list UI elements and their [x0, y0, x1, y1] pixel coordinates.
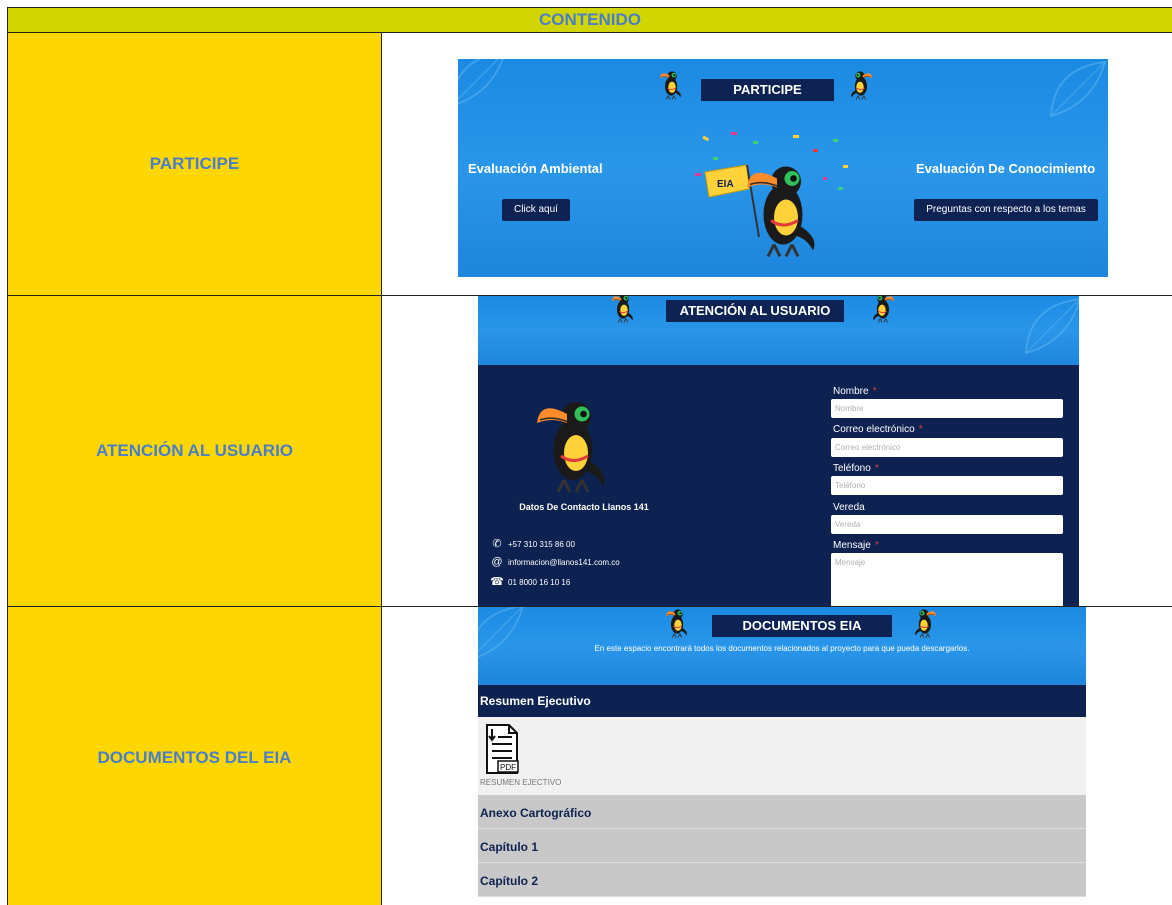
resumen-file-area: PDF RESUMEN EJECTIVO — [478, 717, 1086, 795]
field-label-text: Vereda — [833, 502, 865, 513]
header-title: CONTENIDO — [539, 10, 641, 29]
participe-title: PARTICIPE — [701, 79, 834, 101]
row-label-text: ATENCIÓN AL USUARIO — [95, 441, 294, 460]
field-label-text: Nombre — [833, 386, 869, 397]
documentos-title: DOCUMENTOS EIA — [712, 615, 892, 637]
preguntas-button[interactable]: Preguntas con respecto a los temas — [914, 199, 1098, 221]
content-table: CONTENIDO PARTICIPE PARTICIPE Evaluación… — [7, 7, 1172, 905]
row-label-atencion: ATENCIÓN AL USUARIO — [7, 295, 382, 607]
telefono-label: Teléfono * — [833, 463, 879, 474]
documentos-banner: DOCUMENTOS EIA En este espacio encontrar… — [478, 607, 1086, 685]
required-mark: * — [874, 463, 879, 474]
click-aqui-button[interactable]: Click aquí — [502, 199, 570, 221]
pdf-badge-text: PDF — [500, 763, 516, 772]
decorative-leaf-icon — [1048, 59, 1108, 119]
accordion-anexo-cartografico[interactable]: Anexo Cartográfico — [478, 795, 1086, 829]
decorative-leaf-icon — [478, 607, 526, 663]
contact-whatsapp: ✆ +57 310 315 86 00 — [490, 537, 575, 550]
contact-text: informacion@llanos141.com.co — [508, 558, 620, 567]
contact-title: Datos De Contacto Llanos 141 — [519, 502, 649, 512]
atencion-body: Datos De Contacto Llanos 141 ✆ +57 310 31… — [478, 365, 1079, 606]
field-label-text: Mensaje — [833, 540, 871, 551]
row-label-text: DOCUMENTOS DEL EIA — [97, 748, 292, 767]
required-mark: * — [918, 424, 923, 435]
phone-icon: ☎ — [490, 576, 504, 588]
contact-email: @ informacion@llanos141.com.co — [490, 556, 620, 568]
whatsapp-icon: ✆ — [492, 538, 502, 550]
evaluacion-ambiental-heading: Evaluación Ambiental — [468, 161, 603, 176]
toucan-icon — [658, 67, 686, 101]
accordion-capitulo-1[interactable]: Capítulo 1 — [478, 829, 1086, 863]
correo-input[interactable]: Correo electrónico — [831, 438, 1063, 457]
vereda-input[interactable]: Vereda — [831, 515, 1063, 534]
toucan-icon — [664, 607, 692, 639]
field-label-text: Teléfono — [833, 463, 871, 474]
documentos-panel: DOCUMENTOS EIA En este espacio encontrar… — [478, 607, 1086, 905]
toucan-icon — [530, 390, 622, 495]
pdf-file-icon[interactable]: PDF — [484, 723, 520, 775]
row-label-documentos: DOCUMENTOS DEL EIA — [7, 606, 382, 905]
field-label-text: Correo electrónico — [833, 424, 915, 435]
flag-text: EIA — [717, 179, 734, 190]
atencion-title: ATENCIÓN AL USUARIO — [666, 300, 844, 322]
correo-label: Correo electrónico * — [833, 424, 923, 435]
atencion-banner: ATENCIÓN AL USUARIO — [478, 296, 1079, 365]
toucan-icon — [910, 607, 938, 639]
documentos-cell: DOCUMENTOS EIA En este espacio encontrar… — [381, 606, 1172, 905]
vereda-label: Vereda — [833, 502, 865, 513]
contact-text: +57 310 315 86 00 — [508, 540, 575, 549]
atencion-cell: ATENCIÓN AL USUARIO Datos De Contacto Ll… — [381, 295, 1172, 607]
required-mark: * — [872, 386, 877, 397]
toucan-icon — [868, 296, 896, 324]
nombre-input[interactable]: Nombre — [831, 399, 1063, 418]
mensaje-label: Mensaje * — [833, 540, 879, 551]
participe-banner: PARTICIPE Evaluación Ambiental Click aqu… — [458, 59, 1108, 277]
atencion-panel: ATENCIÓN AL USUARIO Datos De Contacto Ll… — [478, 296, 1079, 606]
file-caption: RESUMEN EJECTIVO — [480, 778, 562, 787]
contact-text: 01 8000 16 10 16 — [508, 578, 571, 587]
mensaje-textarea[interactable]: Mensaje — [831, 553, 1063, 606]
decorative-leaf-icon — [1023, 296, 1079, 356]
evaluacion-conocimiento-heading: Evaluación De Conocimiento — [916, 161, 1096, 176]
toucan-icon — [610, 296, 638, 324]
toucan-confetti-illustration: EIA — [695, 132, 848, 259]
required-mark: * — [874, 540, 879, 551]
row-label-participe: PARTICIPE — [7, 32, 382, 296]
accordion-resumen-ejecutivo[interactable]: Resumen Ejecutivo — [478, 685, 1086, 717]
telefono-input[interactable]: Teléfono — [831, 476, 1063, 495]
at-icon: @ — [491, 556, 503, 568]
nombre-label: Nombre * — [833, 386, 876, 397]
participe-cell: PARTICIPE Evaluación Ambiental Click aqu… — [381, 32, 1172, 296]
row-label-text: PARTICIPE — [149, 154, 240, 173]
decorative-leaf-icon — [458, 59, 508, 109]
table-header: CONTENIDO — [7, 7, 1172, 33]
contact-phone: ☎ 01 8000 16 10 16 — [490, 575, 570, 588]
documentos-subtitle: En este espacio encontrará todos los doc… — [594, 644, 970, 653]
toucan-icon — [846, 67, 874, 101]
accordion-capitulo-2[interactable]: Capítulo 2 — [478, 863, 1086, 897]
